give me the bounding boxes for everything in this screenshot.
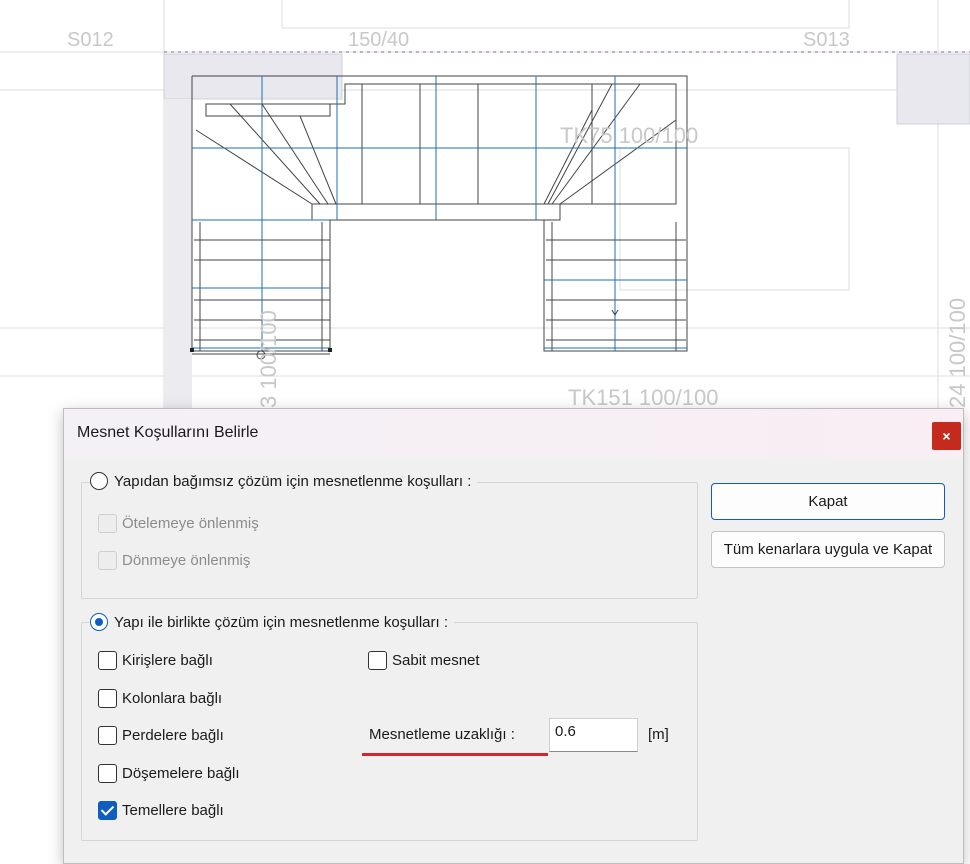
independent-solution-radio-row[interactable]: Yapıdan bağımsız çözüm için mesnetlenme … [90,472,478,490]
support-conditions-dialog: Mesnet Koşullarını Belirle × Yapıdan bağ… [63,408,964,864]
foundations-checkbox[interactable] [98,801,117,820]
support-distance-label: Mesnetleme uzaklığı : [369,726,515,743]
walls-checkbox-row[interactable]: Perdelere bağlı [98,726,224,745]
label-150-40: 150/40 [348,29,410,51]
beams-checkbox-row[interactable]: Kirişlere bağlı [98,651,213,670]
rotation-restrained-checkbox [98,551,117,570]
combined-solution-radio[interactable] [90,613,108,631]
slabs-checkbox-row[interactable]: Döşemelere bağlı [98,764,240,783]
foundations-label: Temellere bağlı [122,802,224,819]
fixed-support-label: Sabit mesnet [392,652,480,669]
slabs-checkbox[interactable] [98,764,117,783]
label-left-vertical: 3 100/100 [256,310,281,408]
columns-checkbox-row[interactable]: Kolonlara bağlı [98,689,222,708]
independent-solution-group [81,482,698,599]
label-right-vertical: 24 100/100 [945,297,970,408]
label-s013: S013 [803,29,850,51]
label-tk75: TK75 100/100 [560,123,699,148]
beams-label: Kirişlere bağlı [122,652,213,669]
combined-solution-label: Yapı ile birlikte çözüm için mesnetlenme… [114,613,449,631]
columns-checkbox[interactable] [98,689,117,708]
translation-restrained-label: Ötelemeye önlenmiş [122,515,259,532]
columns-label: Kolonlara bağlı [122,690,223,707]
close-icon[interactable]: × [932,422,961,450]
walls-checkbox[interactable] [98,726,117,745]
dialog-title: Mesnet Koşullarını Belirle [77,424,259,441]
red-underline-annotation [362,753,548,756]
rotation-restrained-label: Dönmeye önlenmiş [122,552,251,569]
independent-solution-radio[interactable] [90,472,108,490]
close-button[interactable]: Kapat [711,483,945,520]
fixed-support-checkbox[interactable] [368,651,387,670]
independent-solution-label: Yapıdan bağımsız çözüm için mesnetlenme … [114,472,472,490]
rotation-restrained-checkbox-row: Dönmeye önlenmiş [98,551,250,570]
foundations-checkbox-row[interactable]: Temellere bağlı [98,801,224,820]
support-distance-unit: [m] [648,726,669,743]
combined-solution-radio-row[interactable]: Yapı ile birlikte çözüm için mesnetlenme… [90,613,455,631]
support-distance-input[interactable]: 0.6 [549,718,638,752]
walls-label: Perdelere bağlı [122,727,224,744]
dialog-titlebar[interactable]: Mesnet Koşullarını Belirle × [64,409,963,457]
beams-checkbox[interactable] [98,651,117,670]
label-s012: S012 [67,29,114,51]
translation-restrained-checkbox [98,514,117,533]
slabs-label: Döşemelere bağlı [122,765,240,782]
apply-all-edges-and-close-button[interactable]: Tüm kenarlara uygula ve Kapat [711,531,945,568]
fixed-support-checkbox-row[interactable]: Sabit mesnet [368,651,480,670]
translation-restrained-checkbox-row: Ötelemeye önlenmiş [98,514,259,533]
